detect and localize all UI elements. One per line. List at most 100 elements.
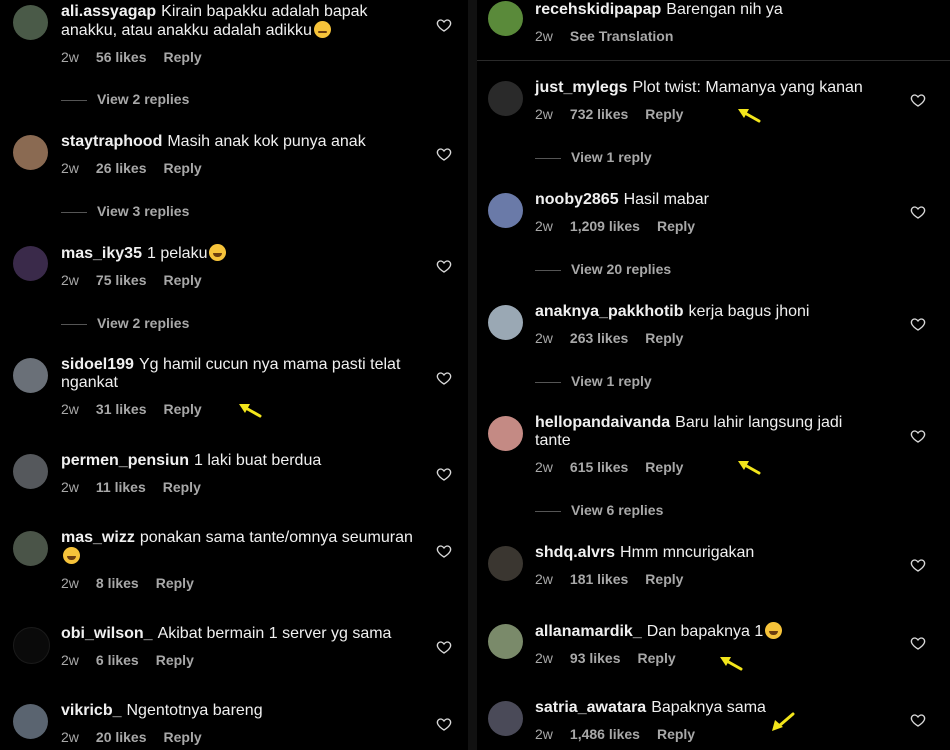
reply-button[interactable]: Reply bbox=[163, 479, 201, 495]
timestamp: 2w bbox=[535, 650, 553, 666]
avatar[interactable] bbox=[488, 81, 523, 116]
username[interactable]: hellopandaivanda bbox=[535, 414, 670, 431]
likes-count[interactable]: 31 likes bbox=[96, 401, 147, 417]
heart-icon[interactable] bbox=[910, 712, 926, 728]
username[interactable]: ali.assyagap bbox=[61, 3, 156, 20]
username[interactable]: recehskidipapap bbox=[535, 1, 661, 18]
laughing-face-icon bbox=[209, 244, 227, 261]
arrow-annotation-icon bbox=[720, 657, 743, 671]
likes-count[interactable]: 263 likes bbox=[570, 330, 628, 346]
username[interactable]: satria_awatara bbox=[535, 699, 646, 716]
avatar[interactable] bbox=[13, 531, 48, 566]
heart-icon[interactable] bbox=[436, 466, 452, 482]
upside-down-face-icon bbox=[765, 622, 783, 639]
likes-count[interactable]: 11 likes bbox=[96, 479, 146, 495]
heart-icon[interactable] bbox=[436, 146, 452, 162]
reply-button[interactable]: Reply bbox=[164, 160, 202, 176]
username[interactable]: allanamardik_ bbox=[535, 623, 642, 640]
view-replies-button[interactable]: View 3 replies bbox=[61, 203, 189, 219]
avatar[interactable] bbox=[13, 5, 48, 40]
reply-button[interactable]: Reply bbox=[164, 272, 202, 288]
likes-count[interactable]: 75 likes bbox=[96, 272, 147, 288]
reply-button[interactable]: Reply bbox=[645, 330, 683, 346]
reply-button[interactable]: Reply bbox=[657, 726, 695, 742]
heart-icon[interactable] bbox=[910, 428, 926, 444]
reply-button[interactable]: Reply bbox=[164, 729, 202, 745]
comment-text: Ngentotnya bareng bbox=[126, 702, 263, 719]
avatar[interactable] bbox=[13, 704, 48, 739]
timestamp: 2w bbox=[61, 652, 79, 668]
avatar[interactable] bbox=[488, 701, 523, 736]
avatar[interactable] bbox=[13, 135, 48, 170]
reply-button[interactable]: Reply bbox=[156, 575, 194, 591]
comment-text: Bapaknya sama bbox=[651, 699, 766, 716]
username[interactable]: just_mylegs bbox=[535, 79, 627, 96]
avatar[interactable] bbox=[488, 546, 523, 581]
avatar[interactable] bbox=[13, 358, 48, 393]
column-divider bbox=[468, 0, 477, 750]
username[interactable]: nooby2865 bbox=[535, 191, 619, 208]
heart-icon[interactable] bbox=[910, 204, 926, 220]
avatar[interactable] bbox=[488, 1, 523, 36]
username[interactable]: permen_pensiun bbox=[61, 452, 189, 469]
heart-icon[interactable] bbox=[436, 17, 452, 33]
timestamp: 2w bbox=[61, 401, 79, 417]
likes-count[interactable]: 181 likes bbox=[570, 571, 628, 587]
view-replies-button[interactable]: View 2 replies bbox=[61, 315, 189, 331]
avatar[interactable] bbox=[488, 624, 523, 659]
heart-icon[interactable] bbox=[910, 557, 926, 573]
view-replies-button[interactable]: View 6 replies bbox=[535, 502, 663, 518]
comment-text: 1 pelaku bbox=[146, 245, 208, 262]
heart-icon[interactable] bbox=[436, 258, 452, 274]
reply-button[interactable]: Reply bbox=[638, 650, 676, 666]
reply-button[interactable]: Reply bbox=[156, 652, 194, 668]
username[interactable]: staytraphood bbox=[61, 133, 162, 150]
likes-count[interactable]: 1,209 likes bbox=[570, 218, 640, 234]
comment-text: Masih anak kok punya anak bbox=[167, 133, 366, 150]
avatar[interactable] bbox=[488, 193, 523, 228]
likes-count[interactable]: 615 likes bbox=[570, 459, 628, 475]
username[interactable]: sidoel199 bbox=[61, 356, 134, 373]
comment-text: Plot twist: Mamanya yang kanan bbox=[632, 79, 863, 96]
heart-icon[interactable] bbox=[910, 635, 926, 651]
likes-count[interactable]: 8 likes bbox=[96, 575, 139, 591]
username[interactable]: mas_wizz bbox=[61, 529, 135, 546]
avatar[interactable] bbox=[488, 416, 523, 451]
view-replies-button[interactable]: View 20 replies bbox=[535, 261, 671, 277]
heart-icon[interactable] bbox=[910, 316, 926, 332]
username[interactable]: mas_iky35 bbox=[61, 245, 142, 262]
reply-button[interactable]: Reply bbox=[645, 571, 683, 587]
view-replies-button[interactable]: View 1 reply bbox=[535, 373, 652, 389]
avatar[interactable] bbox=[13, 246, 48, 281]
likes-count[interactable]: 732 likes bbox=[570, 106, 628, 122]
timestamp: 2w bbox=[535, 330, 553, 346]
reply-button[interactable]: Reply bbox=[164, 401, 202, 417]
avatar[interactable] bbox=[13, 627, 50, 664]
username[interactable]: shdq.alvrs bbox=[535, 544, 615, 561]
heart-icon[interactable] bbox=[436, 716, 452, 732]
heart-icon[interactable] bbox=[910, 92, 926, 108]
likes-count[interactable]: 1,486 likes bbox=[570, 726, 640, 742]
view-replies-button[interactable]: View 1 reply bbox=[535, 149, 652, 165]
heart-icon[interactable] bbox=[436, 543, 452, 559]
reply-button[interactable]: Reply bbox=[657, 218, 695, 234]
heart-icon[interactable] bbox=[436, 639, 452, 655]
reply-button[interactable]: Reply bbox=[645, 459, 683, 475]
heart-icon[interactable] bbox=[436, 370, 452, 386]
likes-count[interactable]: 93 likes bbox=[570, 650, 621, 666]
likes-count[interactable]: 56 likes bbox=[96, 49, 147, 65]
likes-count[interactable]: 20 likes bbox=[96, 729, 147, 745]
username[interactable]: obi_wilson_ bbox=[61, 625, 153, 642]
reply-button[interactable]: Reply bbox=[164, 49, 202, 65]
avatar[interactable] bbox=[488, 305, 523, 340]
see-translation-button[interactable]: See Translation bbox=[570, 28, 673, 44]
likes-count[interactable]: 26 likes bbox=[96, 160, 147, 176]
divider bbox=[477, 60, 950, 61]
view-replies-button[interactable]: View 2 replies bbox=[61, 91, 189, 107]
likes-count[interactable]: 6 likes bbox=[96, 652, 139, 668]
username[interactable]: vikricb_ bbox=[61, 702, 121, 719]
reply-button[interactable]: Reply bbox=[645, 106, 683, 122]
avatar[interactable] bbox=[13, 454, 48, 489]
username[interactable]: anaknya_pakkhotib bbox=[535, 303, 684, 320]
comment-text: Dan bapaknya 1 bbox=[646, 623, 764, 640]
